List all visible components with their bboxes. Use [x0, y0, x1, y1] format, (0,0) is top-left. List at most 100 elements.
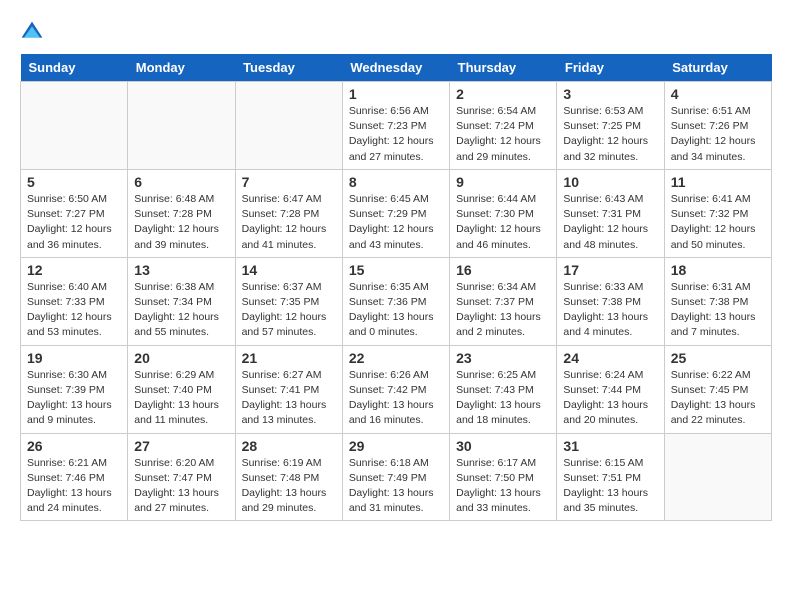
day-info: Sunrise: 6:22 AM Sunset: 7:45 PM Dayligh…	[671, 368, 765, 429]
calendar-week-row: 26 Sunrise: 6:21 AM Sunset: 7:46 PM Dayli…	[21, 433, 772, 521]
day-number: 25	[671, 350, 765, 366]
day-info: Sunrise: 6:30 AM Sunset: 7:39 PM Dayligh…	[27, 368, 121, 429]
day-info: Sunrise: 6:18 AM Sunset: 7:49 PM Dayligh…	[349, 456, 443, 517]
day-number: 17	[563, 262, 657, 278]
day-number: 30	[456, 438, 550, 454]
calendar-day-cell: 12 Sunrise: 6:40 AM Sunset: 7:33 PM Dayli…	[21, 257, 128, 345]
day-number: 9	[456, 174, 550, 190]
day-info: Sunrise: 6:27 AM Sunset: 7:41 PM Dayligh…	[242, 368, 336, 429]
calendar-day-cell: 9 Sunrise: 6:44 AM Sunset: 7:30 PM Daylig…	[450, 169, 557, 257]
calendar-day-cell: 20 Sunrise: 6:29 AM Sunset: 7:40 PM Dayli…	[128, 345, 235, 433]
day-info: Sunrise: 6:26 AM Sunset: 7:42 PM Dayligh…	[349, 368, 443, 429]
day-number: 27	[134, 438, 228, 454]
calendar-day-cell: 3Sunrise: 6:53 AM Sunset: 7:25 PM Daylig…	[557, 82, 664, 170]
calendar-day-cell: 16 Sunrise: 6:34 AM Sunset: 7:37 PM Dayli…	[450, 257, 557, 345]
day-number: 18	[671, 262, 765, 278]
calendar-day-cell: 13 Sunrise: 6:38 AM Sunset: 7:34 PM Dayli…	[128, 257, 235, 345]
calendar-day-cell: 11 Sunrise: 6:41 AM Sunset: 7:32 PM Dayli…	[664, 169, 771, 257]
day-info: Sunrise: 6:44 AM Sunset: 7:30 PM Dayligh…	[456, 192, 550, 253]
calendar-week-row: 1Sunrise: 6:56 AM Sunset: 7:23 PM Daylig…	[21, 82, 772, 170]
day-number: 28	[242, 438, 336, 454]
calendar-week-row: 5 Sunrise: 6:50 AM Sunset: 7:27 PM Daylig…	[21, 169, 772, 257]
day-info: Sunrise: 6:50 AM Sunset: 7:27 PM Dayligh…	[27, 192, 121, 253]
calendar-day-cell: 29 Sunrise: 6:18 AM Sunset: 7:49 PM Dayli…	[342, 433, 449, 521]
day-info: Sunrise: 6:34 AM Sunset: 7:37 PM Dayligh…	[456, 280, 550, 341]
day-number: 13	[134, 262, 228, 278]
calendar-day-cell: 30Sunrise: 6:17 AM Sunset: 7:50 PM Dayli…	[450, 433, 557, 521]
calendar-day-cell: 22 Sunrise: 6:26 AM Sunset: 7:42 PM Dayli…	[342, 345, 449, 433]
calendar-day-cell: 1Sunrise: 6:56 AM Sunset: 7:23 PM Daylig…	[342, 82, 449, 170]
logo-icon	[20, 20, 44, 44]
calendar-day-header: Monday	[128, 54, 235, 82]
day-info: Sunrise: 6:47 AM Sunset: 7:28 PM Dayligh…	[242, 192, 336, 253]
day-number: 2	[456, 86, 550, 102]
day-number: 22	[349, 350, 443, 366]
day-number: 29	[349, 438, 443, 454]
day-number: 11	[671, 174, 765, 190]
calendar-day-cell: 4 Sunrise: 6:51 AM Sunset: 7:26 PM Daylig…	[664, 82, 771, 170]
day-number: 1	[349, 86, 443, 102]
day-info: Sunrise: 6:29 AM Sunset: 7:40 PM Dayligh…	[134, 368, 228, 429]
day-number: 8	[349, 174, 443, 190]
day-number: 19	[27, 350, 121, 366]
day-number: 5	[27, 174, 121, 190]
calendar-day-header: Thursday	[450, 54, 557, 82]
day-info: Sunrise: 6:41 AM Sunset: 7:32 PM Dayligh…	[671, 192, 765, 253]
calendar-day-cell: 5 Sunrise: 6:50 AM Sunset: 7:27 PM Daylig…	[21, 169, 128, 257]
calendar-day-cell	[664, 433, 771, 521]
day-info: Sunrise: 6:19 AM Sunset: 7:48 PM Dayligh…	[242, 456, 336, 517]
calendar-week-row: 19 Sunrise: 6:30 AM Sunset: 7:39 PM Dayli…	[21, 345, 772, 433]
calendar-day-cell: 28 Sunrise: 6:19 AM Sunset: 7:48 PM Dayli…	[235, 433, 342, 521]
calendar-day-cell	[21, 82, 128, 170]
calendar-day-cell	[128, 82, 235, 170]
calendar-day-cell: 10Sunrise: 6:43 AM Sunset: 7:31 PM Dayli…	[557, 169, 664, 257]
day-info: Sunrise: 6:48 AM Sunset: 7:28 PM Dayligh…	[134, 192, 228, 253]
day-number: 4	[671, 86, 765, 102]
day-number: 21	[242, 350, 336, 366]
calendar-table: SundayMondayTuesdayWednesdayThursdayFrid…	[20, 54, 772, 521]
day-number: 16	[456, 262, 550, 278]
calendar-day-cell: 23 Sunrise: 6:25 AM Sunset: 7:43 PM Dayli…	[450, 345, 557, 433]
day-number: 24	[563, 350, 657, 366]
day-number: 3	[563, 86, 657, 102]
calendar-day-header: Sunday	[21, 54, 128, 82]
calendar-day-cell	[235, 82, 342, 170]
calendar-day-cell: 25 Sunrise: 6:22 AM Sunset: 7:45 PM Dayli…	[664, 345, 771, 433]
day-number: 15	[349, 262, 443, 278]
day-number: 26	[27, 438, 121, 454]
calendar-week-row: 12 Sunrise: 6:40 AM Sunset: 7:33 PM Dayli…	[21, 257, 772, 345]
day-number: 20	[134, 350, 228, 366]
day-number: 7	[242, 174, 336, 190]
day-info: Sunrise: 6:21 AM Sunset: 7:46 PM Dayligh…	[27, 456, 121, 517]
day-info: Sunrise: 6:33 AM Sunset: 7:38 PM Dayligh…	[563, 280, 657, 341]
calendar-day-header: Wednesday	[342, 54, 449, 82]
day-info: Sunrise: 6:15 AM Sunset: 7:51 PM Dayligh…	[563, 456, 657, 517]
calendar-day-cell: 8 Sunrise: 6:45 AM Sunset: 7:29 PM Daylig…	[342, 169, 449, 257]
calendar-day-cell: 21 Sunrise: 6:27 AM Sunset: 7:41 PM Dayli…	[235, 345, 342, 433]
calendar-day-cell: 31 Sunrise: 6:15 AM Sunset: 7:51 PM Dayli…	[557, 433, 664, 521]
day-number: 10	[563, 174, 657, 190]
day-info: Sunrise: 6:31 AM Sunset: 7:38 PM Dayligh…	[671, 280, 765, 341]
calendar-day-cell: 15 Sunrise: 6:35 AM Sunset: 7:36 PM Dayli…	[342, 257, 449, 345]
day-info: Sunrise: 6:38 AM Sunset: 7:34 PM Dayligh…	[134, 280, 228, 341]
day-info: Sunrise: 6:25 AM Sunset: 7:43 PM Dayligh…	[456, 368, 550, 429]
logo	[20, 20, 48, 44]
day-info: Sunrise: 6:54 AM Sunset: 7:24 PM Dayligh…	[456, 104, 550, 165]
day-number: 31	[563, 438, 657, 454]
calendar-day-cell: 24Sunrise: 6:24 AM Sunset: 7:44 PM Dayli…	[557, 345, 664, 433]
calendar-day-cell: 17 Sunrise: 6:33 AM Sunset: 7:38 PM Dayli…	[557, 257, 664, 345]
day-info: Sunrise: 6:45 AM Sunset: 7:29 PM Dayligh…	[349, 192, 443, 253]
day-info: Sunrise: 6:51 AM Sunset: 7:26 PM Dayligh…	[671, 104, 765, 165]
day-info: Sunrise: 6:35 AM Sunset: 7:36 PM Dayligh…	[349, 280, 443, 341]
day-number: 12	[27, 262, 121, 278]
calendar-day-cell: 14Sunrise: 6:37 AM Sunset: 7:35 PM Dayli…	[235, 257, 342, 345]
day-info: Sunrise: 6:40 AM Sunset: 7:33 PM Dayligh…	[27, 280, 121, 341]
calendar-day-cell: 7 Sunrise: 6:47 AM Sunset: 7:28 PM Daylig…	[235, 169, 342, 257]
calendar-day-header: Saturday	[664, 54, 771, 82]
calendar-day-header: Friday	[557, 54, 664, 82]
day-number: 23	[456, 350, 550, 366]
calendar-day-cell: 2 Sunrise: 6:54 AM Sunset: 7:24 PM Daylig…	[450, 82, 557, 170]
calendar-header-row: SundayMondayTuesdayWednesdayThursdayFrid…	[21, 54, 772, 82]
calendar-day-cell: 6Sunrise: 6:48 AM Sunset: 7:28 PM Daylig…	[128, 169, 235, 257]
day-number: 14	[242, 262, 336, 278]
